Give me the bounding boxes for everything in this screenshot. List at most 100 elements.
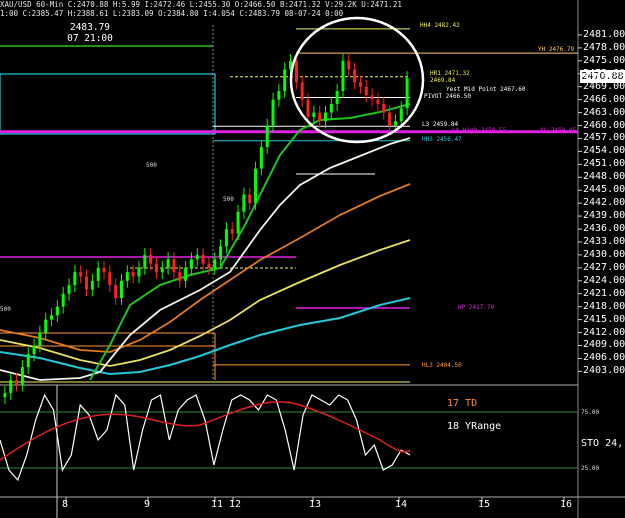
candle-body [108,272,112,286]
header-line-2: 1:00 C:2385.47 H:2388.61 L:2383.09 O:238… [0,9,344,18]
y-tick-label: 2448.00 [583,171,625,183]
info-box: 2483.79 07 21:00 [67,22,113,44]
candle-body [114,285,118,299]
candle-body [137,267,141,277]
candle-body [376,99,380,104]
candle-body [300,82,304,100]
level-tag-mid: Yest Mid Point 2467.60 [446,86,526,93]
level-tag-wp: WP 2417.70 [458,304,495,311]
candle-body [160,267,164,273]
yrange-label: 18 YRange [447,421,502,432]
x-tick-label: 12 [229,499,242,510]
mini-label-a: 500 [146,162,157,169]
x-tick-label: 16 [560,499,573,510]
y-tick-label: 2475.00 [583,54,625,66]
level-tag-hh4: HH4 2482.42 [420,22,460,29]
x-tick-label: 9 [144,499,151,510]
y-tick-label: 2481.00 [583,28,625,40]
candle-body [119,280,123,299]
candle-body [131,272,135,277]
candle-body [44,319,48,333]
candle-body [32,345,36,355]
info-box-price: 2483.79 [69,22,111,33]
y-tick-label: 2442.00 [583,197,625,209]
candle-body [294,60,298,83]
cyan-box [0,73,216,135]
candle-body [219,246,223,260]
candle-body [265,125,269,148]
sto-k-line [0,393,411,482]
candle-body [90,280,94,290]
candle-body [172,259,176,273]
y-tick-label: 2454.00 [583,145,625,157]
candle-body [341,60,345,92]
y-tick-label: 2403.00 [583,365,625,377]
y-tick-label: 2478.00 [583,41,625,53]
candle-body [154,263,158,273]
candle-body [26,354,30,368]
y-tick-label: 2412.00 [583,326,625,338]
candle-body [125,272,129,281]
y-tick-label: 2430.00 [583,248,625,260]
candle-body [230,229,234,234]
candle-body [20,367,24,385]
candle-body [277,91,281,100]
candle-body [201,254,205,264]
candle-body [213,259,217,268]
candle-body [312,112,316,117]
header-line-1: XAU/USD 60-Min C:2470.88 H:5.99 I:2472.4… [0,0,402,9]
y-tick-label: 2418.00 [583,300,625,312]
x-tick-label: 14 [395,499,408,510]
candle-body [178,272,182,281]
candle-body [79,272,83,277]
y-tick-label: 2466.00 [583,93,625,105]
y-tick-label: 2406.00 [583,352,625,364]
y-tick-label: 2457.00 [583,132,625,144]
sto-tick-75: 75.00 [581,409,600,416]
y-tick-label: 2409.00 [583,339,625,351]
candle-body [184,267,188,281]
candle-body [318,112,322,122]
x-tick-label: 8 [62,499,69,510]
y-tick-label: 2433.00 [583,235,625,247]
candle-body [61,293,65,307]
candle-body [370,95,374,100]
candle-body [67,285,71,294]
candle-body [38,332,42,346]
level-tag-hr1b: 2469.84 [430,77,456,84]
x-tick-label: 15 [478,499,491,510]
y-tick-label: 2427.00 [583,261,625,273]
candle-body [254,168,258,204]
y-tick-label: 2451.00 [583,158,625,170]
candle-body [50,315,54,320]
candle-body [242,194,246,212]
candle-body [347,60,351,70]
candle-body [207,263,211,268]
candle-body [236,211,240,234]
sto-label: STO 24, [581,438,624,449]
candle-body [399,108,403,122]
candle-body [73,272,77,286]
y-tick-label: 2445.00 [583,184,625,196]
y-tick-label: 2463.00 [583,106,625,118]
candle-body [102,267,106,273]
candle-body [195,254,199,260]
candle-body [224,229,228,247]
level-tag-yl: YL 2458.45 [540,127,577,134]
y-tick-label: 2436.00 [583,223,625,235]
candle-body [353,69,357,83]
candle-body [149,254,153,264]
level-tag-yh: YH 2476.79 [538,46,575,53]
candle-body [3,392,7,398]
x-tick-label: 11 [211,499,224,510]
candle-body [335,91,339,104]
level-tag-hl3: HL3 2404.50 [422,362,462,369]
sto-tick-25: 25.00 [581,465,600,472]
y-tick-label: 2415.00 [583,313,625,325]
candle-body [364,86,368,96]
candle-body [283,69,287,92]
y-tick-label: 2421.00 [583,287,625,299]
candle-body [259,147,263,169]
candle-body [358,82,362,87]
price-chart [0,0,625,518]
